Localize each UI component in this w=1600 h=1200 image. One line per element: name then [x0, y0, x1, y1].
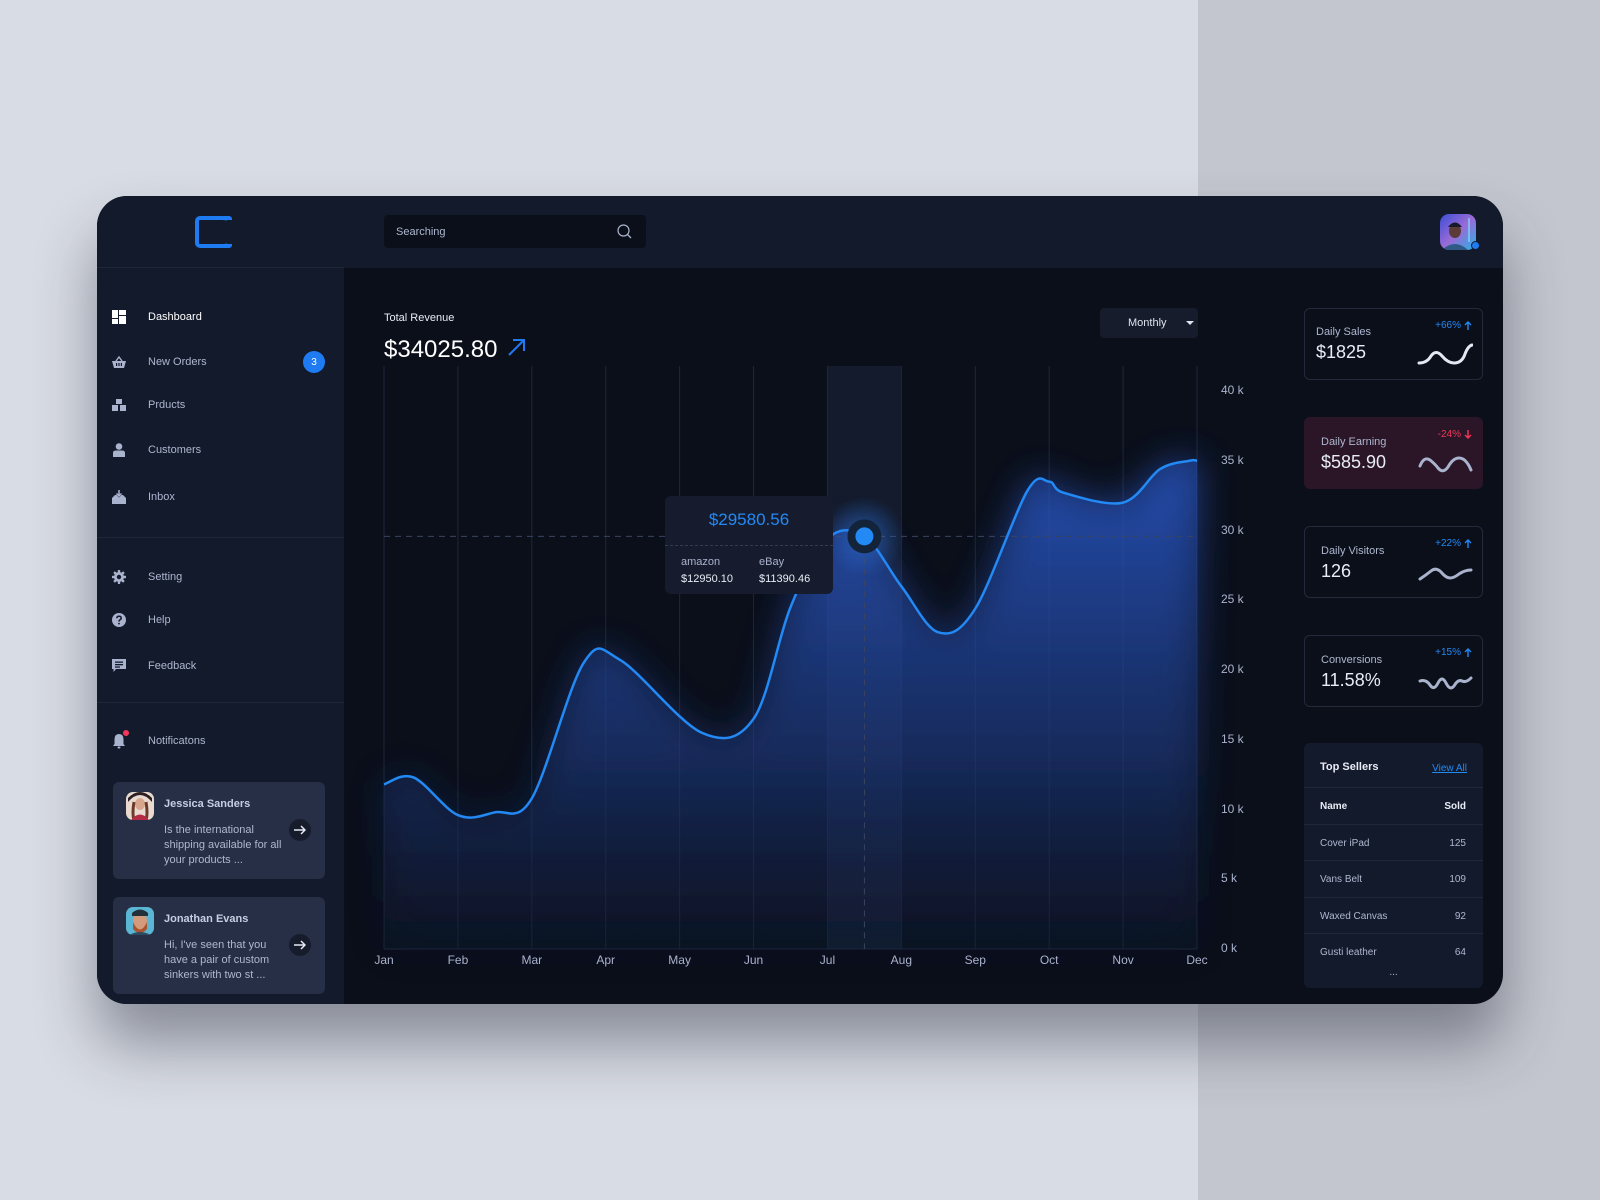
arrow-up-icon	[1464, 648, 1472, 657]
arrow-down-icon	[1464, 430, 1472, 439]
y-tick-label: 5 k	[1221, 871, 1238, 886]
dashboard-window: Dashboard New Orders 3 Prducts Customers	[97, 196, 1503, 1004]
chart-tooltip: $29580.56 amazon $12950.10 eBay $11390.4…	[665, 496, 833, 594]
x-tick-label: Apr	[596, 953, 616, 967]
x-tick-label: May	[668, 953, 691, 967]
column-header-sold: Sold	[1444, 801, 1466, 812]
stat-card-daily-earning[interactable]: Daily Earning $585.90 -24%	[1304, 417, 1483, 489]
top-sellers-title: Top Sellers	[1320, 761, 1379, 773]
x-tick-label: Nov	[1112, 953, 1134, 967]
top-sellers-panel: Top Sellers View All Name Sold Cover iPa…	[1304, 743, 1483, 988]
stat-card-daily-visitors[interactable]: Daily Visitors 126 +22%	[1304, 526, 1483, 598]
stat-change: +66%	[1435, 320, 1472, 331]
product-name: Vans Belt	[1320, 874, 1363, 885]
highlight-point	[855, 527, 874, 546]
stat-change: +22%	[1435, 538, 1472, 549]
tooltip-source-label: amazon	[681, 556, 721, 568]
x-tick-label: Jul	[819, 953, 836, 967]
sparkline	[1418, 676, 1473, 690]
y-tick-label: 25 k	[1221, 592, 1244, 607]
stat-value: 126	[1321, 561, 1352, 581]
y-tick-label: 30 k	[1221, 522, 1244, 537]
x-tick-label: Mar	[521, 953, 543, 967]
sold-count: 125	[1449, 838, 1466, 849]
table-row[interactable]: Cover iPad 125	[1304, 824, 1483, 860]
x-tick-label: Oct	[1039, 953, 1059, 967]
tooltip-total: $29580.56	[708, 510, 790, 529]
revenue-chart	[383, 366, 1198, 950]
sparkline	[1418, 456, 1473, 473]
y-tick-label: 35 k	[1221, 452, 1244, 467]
x-tick-label: Jun	[743, 953, 764, 967]
table-header: Name Sold	[1304, 787, 1483, 823]
y-tick-label: 40 k	[1221, 383, 1244, 397]
table-row[interactable]: Vans Belt 109	[1304, 860, 1483, 896]
stat-title: Daily Earning	[1321, 436, 1387, 448]
y-tick-label: 15 k	[1221, 731, 1244, 746]
stat-change: -24%	[1438, 429, 1472, 440]
tooltip-source-value: $12950.10	[681, 573, 733, 585]
sparkline	[1417, 343, 1473, 365]
sold-count: 109	[1449, 874, 1466, 885]
sparkline	[1418, 567, 1473, 581]
stat-title: Conversions	[1321, 654, 1383, 666]
stat-value: $585.90	[1321, 452, 1387, 472]
y-tick-label: 10 k	[1221, 801, 1244, 816]
table-row[interactable]: Gusti leather 64	[1304, 933, 1483, 969]
stat-change: +15%	[1435, 647, 1472, 658]
stat-value: 11.58%	[1321, 670, 1381, 690]
product-name: Cover iPad	[1320, 838, 1370, 849]
column-header-name: Name	[1320, 801, 1348, 812]
stat-change-value: +15%	[1435, 647, 1461, 658]
stat-card-conversions[interactable]: Conversions 11.58% +15%	[1304, 635, 1483, 707]
tooltip-source-label: eBay	[759, 556, 785, 568]
x-tick-label: Jan	[374, 953, 394, 967]
table-row[interactable]: Waxed Canvas 92	[1304, 897, 1483, 933]
x-tick-label: Dec	[1186, 953, 1208, 967]
more-indicator[interactable]: ...	[1304, 967, 1483, 978]
stat-change-value: +66%	[1435, 320, 1461, 331]
stat-value: $1825	[1316, 342, 1367, 362]
stat-title: Daily Sales	[1316, 326, 1372, 338]
stat-card-daily-sales[interactable]: Daily Sales $1825 +66%	[1304, 308, 1483, 380]
tooltip-divider	[665, 545, 833, 546]
tooltip-source-value: $11390.46	[759, 573, 811, 585]
stat-title: Daily Visitors	[1321, 545, 1385, 557]
view-all-link[interactable]: View All	[1432, 763, 1467, 774]
x-tick-label: Aug	[890, 953, 913, 967]
product-name: Gusti leather	[1320, 947, 1377, 958]
product-name: Waxed Canvas	[1320, 911, 1388, 922]
x-tick-label: Sep	[964, 953, 986, 967]
y-tick-label: 0 k	[1221, 941, 1238, 955]
stat-change-value: +22%	[1435, 538, 1461, 549]
x-tick-label: Feb	[447, 953, 469, 967]
sold-count: 92	[1454, 911, 1466, 922]
sold-count: 64	[1454, 947, 1466, 958]
arrow-up-icon	[1464, 539, 1472, 548]
y-tick-label: 20 k	[1221, 662, 1244, 676]
stat-change-value: -24%	[1437, 429, 1461, 440]
arrow-up-icon	[1464, 321, 1472, 330]
